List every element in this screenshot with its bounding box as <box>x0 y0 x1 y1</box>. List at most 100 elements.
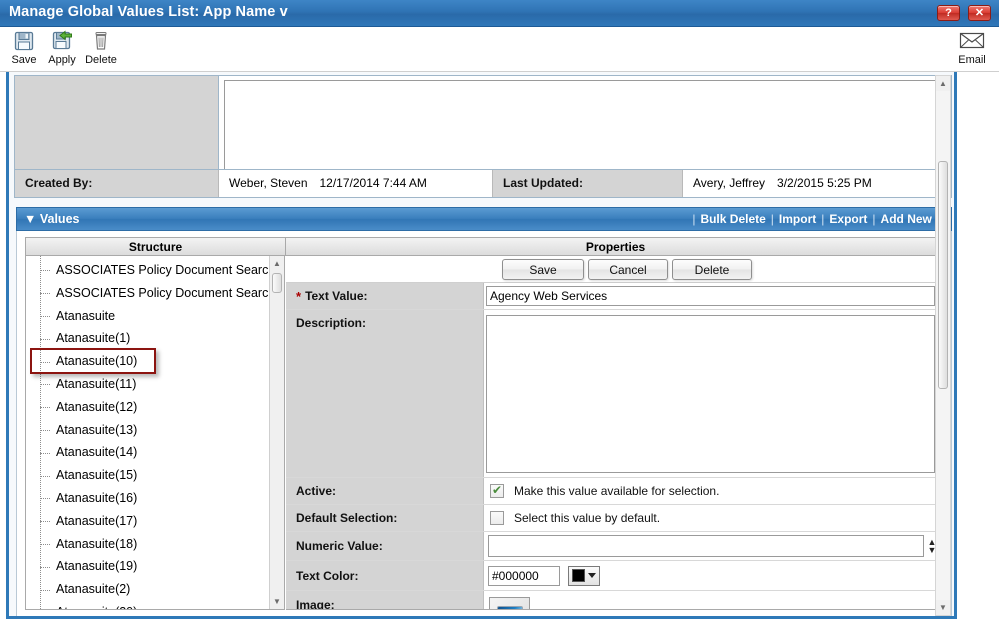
toolbar-apply-label: Apply <box>48 54 76 66</box>
tree-item-label: Atanasuite(2) <box>56 582 131 597</box>
numeric-value-input[interactable] <box>488 535 924 557</box>
tree-item-label: ASSOCIATES Policy Document Search ar <box>56 263 271 277</box>
page-scrollbar[interactable]: ▲ ▼ <box>935 75 951 616</box>
default-selection-checkbox-label: Select this value by default. <box>514 511 661 525</box>
tree-branch-icon <box>40 498 50 500</box>
active-checkbox[interactable] <box>490 483 504 498</box>
tree-item[interactable]: Atanasuite(12) <box>26 396 271 419</box>
text-value-label: * Text Value: <box>286 283 484 309</box>
tree-item[interactable]: Atanasuite(18) <box>26 533 271 556</box>
tree-item[interactable]: ASSOCIATES Policy Document Search ar <box>26 259 271 282</box>
link-separator: | <box>821 212 825 226</box>
envelope-icon <box>949 30 995 54</box>
tree-item[interactable]: Atanasuite(15) <box>26 464 271 487</box>
text-value-input[interactable] <box>486 286 935 306</box>
apply-icon <box>41 30 83 54</box>
text-value-field-cell <box>484 283 945 309</box>
values-section-title[interactable]: ▼ Values <box>24 212 79 226</box>
tree-item[interactable]: Atanasuite <box>26 305 271 328</box>
delete-button[interactable]: Delete <box>672 259 752 280</box>
help-button[interactable]: ? <box>937 5 960 21</box>
tree-item-label: Atanasuite(15) <box>56 468 138 483</box>
tree-branch-icon <box>40 384 50 386</box>
page-scroll-up-arrow[interactable]: ▲ <box>936 76 950 91</box>
required-asterisk: * <box>296 288 302 304</box>
tree-scrollbar[interactable]: ▲ ▼ <box>269 256 284 609</box>
active-label: Active: <box>286 478 484 504</box>
tree-branch-icon <box>40 361 50 363</box>
floppy-disk-icon <box>3 30 45 54</box>
description-textarea[interactable] <box>486 314 935 473</box>
tree-item[interactable]: Atanasuite(14) <box>26 441 271 464</box>
image-thumbnail-button[interactable] <box>489 597 530 609</box>
text-color-label: Text Color: <box>286 561 484 590</box>
cancel-button[interactable]: Cancel <box>588 259 668 280</box>
toolbar-delete-button[interactable]: Delete <box>80 30 122 67</box>
tree-item-label: Atanasuite(1) <box>56 331 131 346</box>
tree-item[interactable]: Atanasuite(2) <box>26 578 271 601</box>
toolbar-delete-label: Delete <box>85 54 117 66</box>
link-separator: | <box>770 212 774 226</box>
tree-item[interactable]: Atanasuite(20) <box>26 601 271 609</box>
save-button[interactable]: Save <box>502 259 584 280</box>
toolbar-email-button[interactable]: Email <box>949 30 995 67</box>
tree-item[interactable]: ASSOCIATES Policy Document Search an <box>26 282 271 305</box>
tree-item-label: Atanasuite(16) <box>56 490 138 505</box>
default-selection-checkbox[interactable] <box>490 511 504 525</box>
tree-branch-icon <box>40 566 50 568</box>
tree-item[interactable]: Atanasuite(11) <box>26 373 271 396</box>
page-scrollbar-thumb[interactable] <box>938 161 948 389</box>
properties-button-bar: Save Cancel Delete <box>286 256 945 283</box>
toolbar-apply-button[interactable]: Apply <box>41 30 83 67</box>
created-by-value: Weber, Steven 12/17/2014 7:44 AM <box>219 170 493 197</box>
collapse-triangle-icon[interactable]: ▼ <box>24 212 36 226</box>
last-updated-label: Last Updated: <box>493 170 683 197</box>
color-picker-button[interactable] <box>568 565 600 586</box>
numeric-value-row: Numeric Value: ▲ ▼ <box>286 532 945 561</box>
tree-item-label: ASSOCIATES Policy Document Search an <box>56 285 271 300</box>
add-new-link[interactable]: Add New <box>881 212 932 226</box>
top-panel-textarea[interactable] <box>224 80 948 178</box>
created-by-label: Created By: <box>15 170 219 197</box>
numeric-value-label: Numeric Value: <box>286 532 484 560</box>
tree-item[interactable]: Atanasuite(1) <box>26 327 271 350</box>
audit-info-row: Created By: Weber, Steven 12/17/2014 7:44… <box>14 169 952 198</box>
bulk-delete-link[interactable]: Bulk Delete <box>700 212 765 226</box>
tree-branch-icon <box>40 338 50 340</box>
column-headers: Structure Properties <box>25 237 945 256</box>
values-section-header: ▼ Values | Bulk Delete | Import | Export | Add … <box>16 207 952 231</box>
content-frame: Created By: Weber, Steven 12/17/2014 7:44… <box>6 72 957 619</box>
tree-scroll-up-arrow[interactable]: ▲ <box>270 256 284 271</box>
active-checkbox-label: Make this value available for selection. <box>514 484 720 498</box>
tree-item[interactable]: Atanasuite(17) <box>26 510 271 533</box>
last-updated-date: 3/2/2015 5:25 PM <box>777 176 872 190</box>
tree-item[interactable]: Atanasuite(13) <box>26 419 271 442</box>
structure-tree-panel: ASSOCIATES Policy Document Search ar ASSO… <box>25 256 285 610</box>
export-link[interactable]: Export <box>829 212 867 226</box>
monitor-screen <box>496 605 523 609</box>
tree-scrollbar-thumb[interactable] <box>272 273 282 293</box>
toolbar-save-button[interactable]: Save <box>3 30 45 67</box>
close-button[interactable]: ✕ <box>968 5 991 21</box>
color-swatch <box>572 569 585 582</box>
numeric-value-stepper: ▲ ▼ <box>486 535 945 557</box>
active-field-cell: Make this value available for selection. <box>484 478 945 504</box>
tree-scroll-down-arrow[interactable]: ▼ <box>270 594 284 609</box>
tree-item-label: Atanasuite(17) <box>56 513 138 528</box>
tree-branch-icon <box>40 407 50 409</box>
tree-item[interactable]: Atanasuite(10) <box>26 350 271 373</box>
properties-column-header: Properties <box>585 240 646 254</box>
description-row: Description: <box>286 310 945 478</box>
chevron-down-icon[interactable] <box>588 573 596 578</box>
tree-item[interactable]: Atanasuite(16) <box>26 487 271 510</box>
import-link[interactable]: Import <box>779 212 816 226</box>
page-scroll-down-arrow[interactable]: ▼ <box>936 600 950 615</box>
tree-branch-icon <box>40 429 50 431</box>
text-value-label-text: Text Value: <box>305 289 368 303</box>
tree-item-label: Atanasuite(14) <box>56 445 138 460</box>
tree-item[interactable]: Atanasuite(19) <box>26 555 271 578</box>
text-value-row: * Text Value: <box>286 283 945 310</box>
properties-panel: Save Cancel Delete * Text Value: Descrip… <box>286 256 946 610</box>
tree-item-label: Atanasuite(10) <box>56 354 138 369</box>
text-color-input[interactable] <box>488 565 560 586</box>
